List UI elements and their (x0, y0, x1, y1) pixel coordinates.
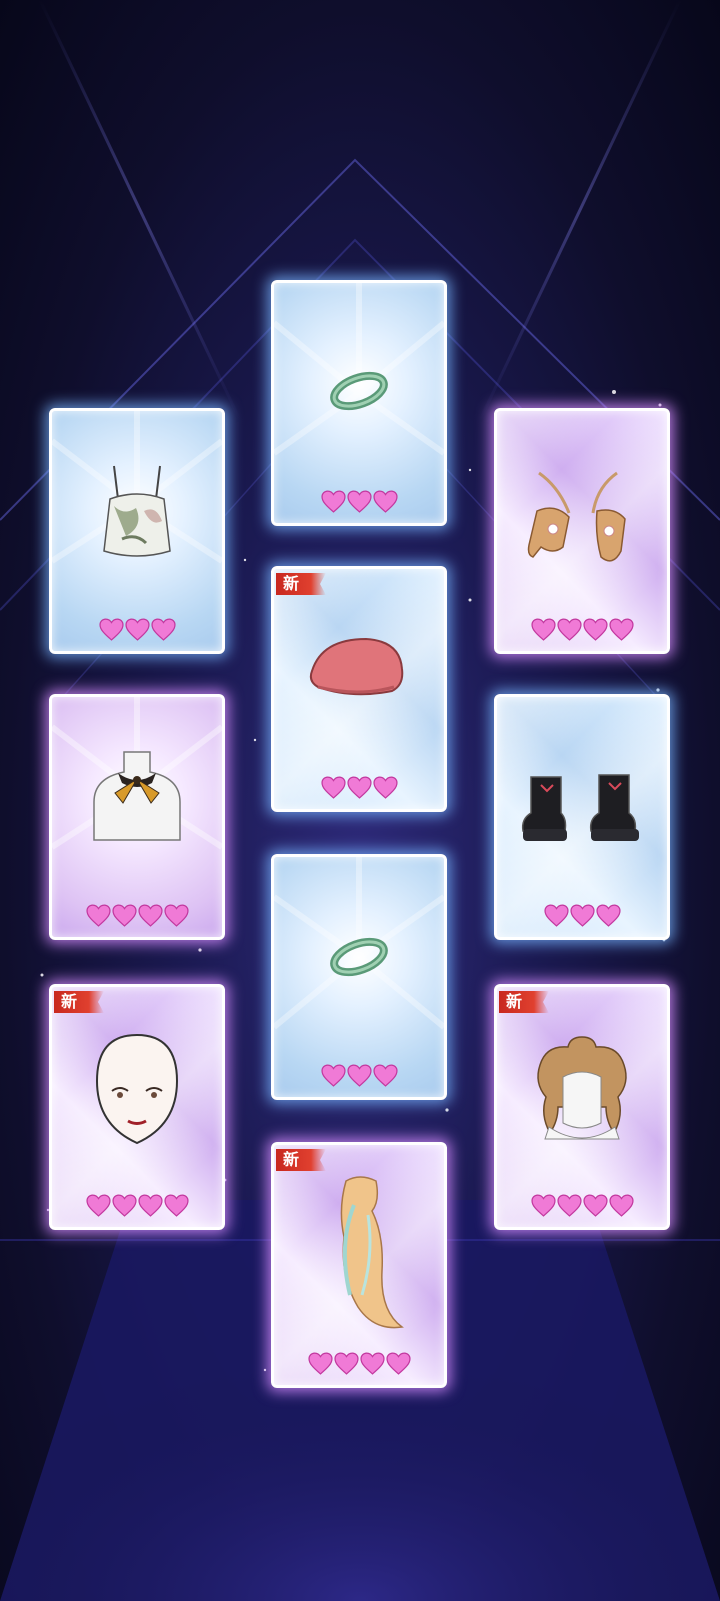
camisole-top-icon (103, 465, 171, 557)
long-pastel-hair-icon (340, 1176, 404, 1329)
heart-icon (530, 618, 556, 641)
heart-icon (150, 618, 176, 641)
rarity-hearts (274, 490, 444, 513)
heart-icon (556, 1194, 582, 1217)
heart-icon (98, 618, 124, 641)
heart-icon (320, 1064, 346, 1087)
card-strappy-heels[interactable] (494, 408, 670, 654)
heart-icon (163, 1194, 189, 1217)
card-beret-hat[interactable]: 新 (271, 566, 447, 812)
rarity-hearts (497, 904, 667, 927)
scarf-necklace-icon (93, 751, 181, 841)
heart-icon (137, 1194, 163, 1217)
heart-icon (111, 1194, 137, 1217)
card-long-pastel-hair[interactable]: 新 (271, 1142, 447, 1388)
heart-icon (137, 904, 163, 927)
new-badge: 新 (276, 1149, 326, 1171)
card-curly-updo-hair[interactable]: 新 (494, 984, 670, 1230)
rarity-hearts (52, 618, 222, 641)
heart-icon (111, 904, 137, 927)
wardrobe-reward-screen: { "new_label": "新", "cards": [ {"name": … (0, 0, 720, 1601)
heart-icon (569, 904, 595, 927)
heart-icon (124, 618, 150, 641)
beret-hat-icon (309, 637, 404, 696)
jade-bracelet-icon (330, 371, 388, 411)
heart-icon (556, 618, 582, 641)
rarity-hearts (274, 776, 444, 799)
heart-icon (385, 1352, 411, 1375)
heart-icon (320, 776, 346, 799)
heart-icon (307, 1352, 333, 1375)
heart-icon (582, 618, 608, 641)
rarity-hearts (497, 618, 667, 641)
heart-icon (85, 1194, 111, 1217)
card-jade-bracelet-1[interactable] (271, 280, 447, 526)
heart-icon (320, 490, 346, 513)
jade-bracelet-icon (330, 937, 388, 977)
curly-updo-hair-icon (537, 1036, 627, 1140)
heart-icon (372, 1064, 398, 1087)
platform-boots-icon (521, 774, 639, 841)
new-badge: 新 (499, 991, 549, 1013)
rarity-hearts (52, 904, 222, 927)
heart-icon (530, 1194, 556, 1217)
card-makeup-face[interactable]: 新 (49, 984, 225, 1230)
heart-icon (595, 904, 621, 927)
heart-icon (346, 1064, 372, 1087)
heart-icon (163, 904, 189, 927)
makeup-face-icon (95, 1033, 179, 1145)
strappy-heels-icon (527, 471, 626, 562)
rarity-hearts (274, 1064, 444, 1087)
new-badge: 新 (54, 991, 104, 1013)
new-badge: 新 (276, 573, 326, 595)
heart-icon (582, 1194, 608, 1217)
rarity-hearts (274, 1352, 444, 1375)
card-platform-boots[interactable] (494, 694, 670, 940)
rarity-hearts (497, 1194, 667, 1217)
heart-icon (346, 490, 372, 513)
heart-icon (608, 618, 634, 641)
heart-icon (359, 1352, 385, 1375)
heart-icon (333, 1352, 359, 1375)
card-camisole-top[interactable] (49, 408, 225, 654)
card-jade-bracelet-2[interactable] (271, 854, 447, 1100)
card-scarf-necklace[interactable] (49, 694, 225, 940)
heart-icon (85, 904, 111, 927)
heart-icon (372, 490, 398, 513)
heart-icon (543, 904, 569, 927)
rarity-hearts (52, 1194, 222, 1217)
heart-icon (372, 776, 398, 799)
heart-icon (346, 776, 372, 799)
heart-icon (608, 1194, 634, 1217)
